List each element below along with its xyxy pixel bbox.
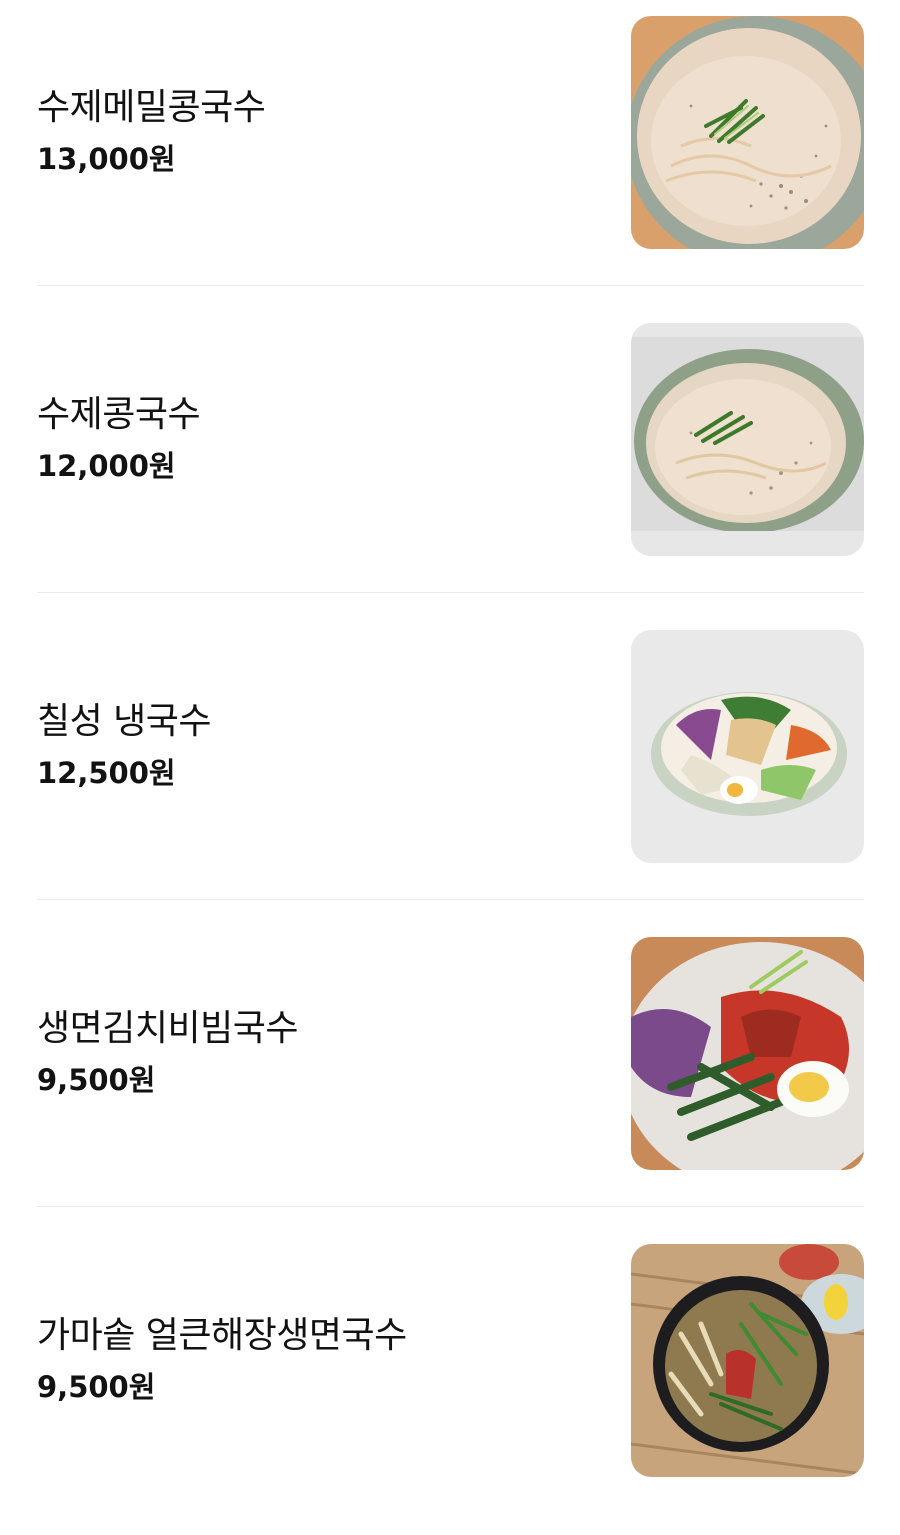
menu-item-price: 13,000원 — [37, 141, 176, 176]
menu-item-info: 칠성 냉국수 12,500원 — [37, 592, 597, 899]
menu-item[interactable]: 생면김치비빔국수 9,500원 — [0, 921, 900, 1228]
menu-item[interactable]: 칠성 냉국수 12,500원 — [0, 614, 900, 921]
menu-item-price: 12,000원 — [37, 448, 176, 483]
menu-item-info: 가마솥 얼큰해장생면국수 9,500원 — [37, 1206, 597, 1513]
menu-item-name: 가마솥 얼큰해장생면국수 — [37, 1314, 407, 1356]
menu-list: 수제메밀콩국수 13,000원 수제콩국수 12,000원 칠성 냉국수 12,… — [0, 0, 900, 1504]
menu-item[interactable]: 가마솥 얼큰해장생면국수 9,500원 — [0, 1228, 900, 1535]
menu-item-price: 12,500원 — [37, 755, 176, 790]
menu-item-name: 칠성 냉국수 — [37, 700, 212, 742]
menu-item-photo[interactable] — [631, 16, 864, 249]
menu-item-photo[interactable] — [631, 630, 864, 863]
menu-item[interactable]: 수제메밀콩국수 13,000원 — [0, 0, 900, 307]
menu-item-name: 생면김치비빔국수 — [37, 1007, 298, 1049]
menu-item-info: 생면김치비빔국수 9,500원 — [37, 899, 597, 1206]
menu-item-info: 수제메밀콩국수 13,000원 — [37, 0, 597, 285]
menu-item-photo[interactable] — [631, 937, 864, 1170]
menu-item-photo[interactable] — [631, 323, 864, 556]
menu-item-price: 9,500원 — [37, 1369, 156, 1404]
menu-item-name: 수제콩국수 — [37, 393, 201, 435]
menu-item-name: 수제메밀콩국수 — [37, 86, 266, 128]
menu-item-photo[interactable] — [631, 1244, 864, 1477]
menu-item[interactable]: 수제콩국수 12,000원 — [0, 307, 900, 614]
menu-item-info: 수제콩국수 12,000원 — [37, 285, 597, 592]
menu-item-price: 9,500원 — [37, 1062, 156, 1097]
